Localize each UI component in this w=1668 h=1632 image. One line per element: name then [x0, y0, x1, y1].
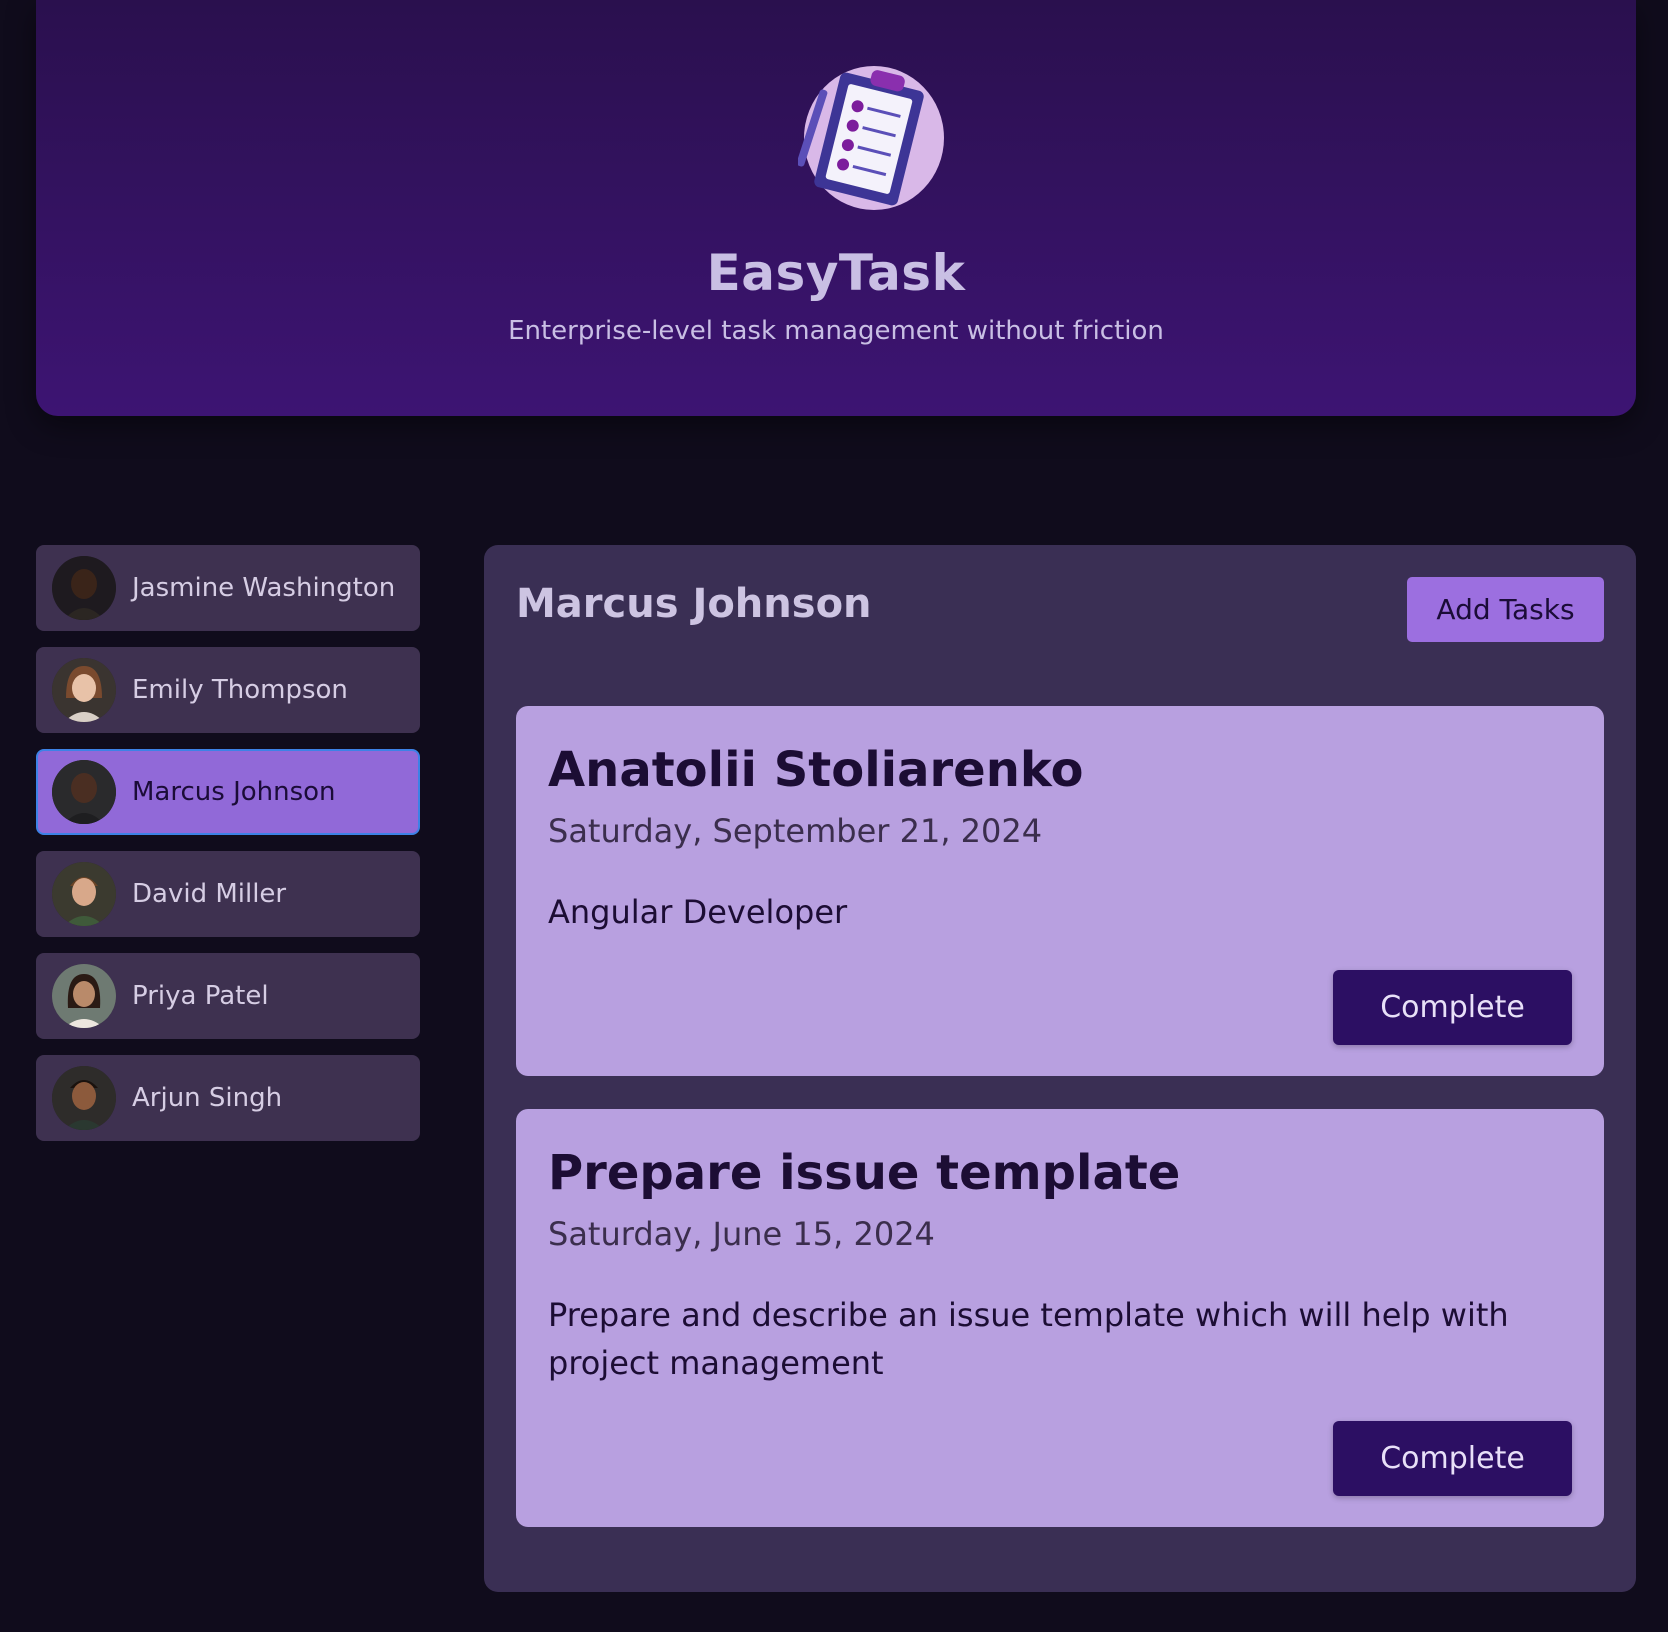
tasks-panel-title: Marcus Johnson	[516, 581, 872, 627]
user-name: Arjun Singh	[132, 1083, 283, 1113]
tasks-panel: Marcus Johnson Add Tasks Anatolii Stolia…	[484, 545, 1636, 1592]
user-name: David Miller	[132, 879, 287, 909]
task-date: Saturday, September 21, 2024	[548, 812, 1043, 850]
user-avatar	[52, 556, 116, 620]
user-avatar	[52, 862, 116, 926]
app-title: EasyTask	[706, 244, 966, 302]
user-avatar	[52, 1066, 116, 1130]
user-list: Jasmine Washington Emily Thompson Marcus…	[36, 545, 420, 1157]
task-card: Anatolii Stoliarenko Saturday, September…	[516, 706, 1604, 1076]
complete-task-button[interactable]: Complete	[1333, 970, 1572, 1045]
user-item-david-miller[interactable]: David Miller	[36, 851, 420, 937]
user-item-marcus-johnson[interactable]: Marcus Johnson	[36, 749, 420, 835]
app-subtitle: Enterprise-level task management without…	[508, 316, 1164, 346]
user-name: Jasmine Washington	[132, 573, 396, 603]
user-item-arjun-singh[interactable]: Arjun Singh	[36, 1055, 420, 1141]
task-title: Anatolii Stoliarenko	[548, 742, 1084, 798]
user-name: Emily Thompson	[132, 675, 348, 705]
task-summary: Prepare and describe an issue template w…	[548, 1296, 1509, 1382]
task-date: Saturday, June 15, 2024	[548, 1215, 935, 1253]
app-root: EasyTask Enterprise-level task managemen…	[0, 0, 1668, 1632]
app-header: EasyTask Enterprise-level task managemen…	[36, 0, 1636, 416]
user-avatar	[52, 964, 116, 1028]
user-name: Priya Patel	[132, 981, 269, 1011]
user-item-jasmine-washington[interactable]: Jasmine Washington	[36, 545, 420, 631]
user-item-priya-patel[interactable]: Priya Patel	[36, 953, 420, 1039]
task-card: Prepare issue template Saturday, June 15…	[516, 1109, 1604, 1527]
complete-task-button[interactable]: Complete	[1333, 1421, 1572, 1496]
add-tasks-button[interactable]: Add Tasks	[1407, 577, 1604, 642]
user-item-emily-thompson[interactable]: Emily Thompson	[36, 647, 420, 733]
clipboard-checklist-icon	[796, 58, 946, 210]
task-title: Prepare issue template	[548, 1145, 1181, 1201]
task-summary: Angular Developer	[548, 893, 848, 931]
user-avatar	[52, 658, 116, 722]
user-avatar	[52, 760, 116, 824]
user-name: Marcus Johnson	[132, 777, 336, 807]
